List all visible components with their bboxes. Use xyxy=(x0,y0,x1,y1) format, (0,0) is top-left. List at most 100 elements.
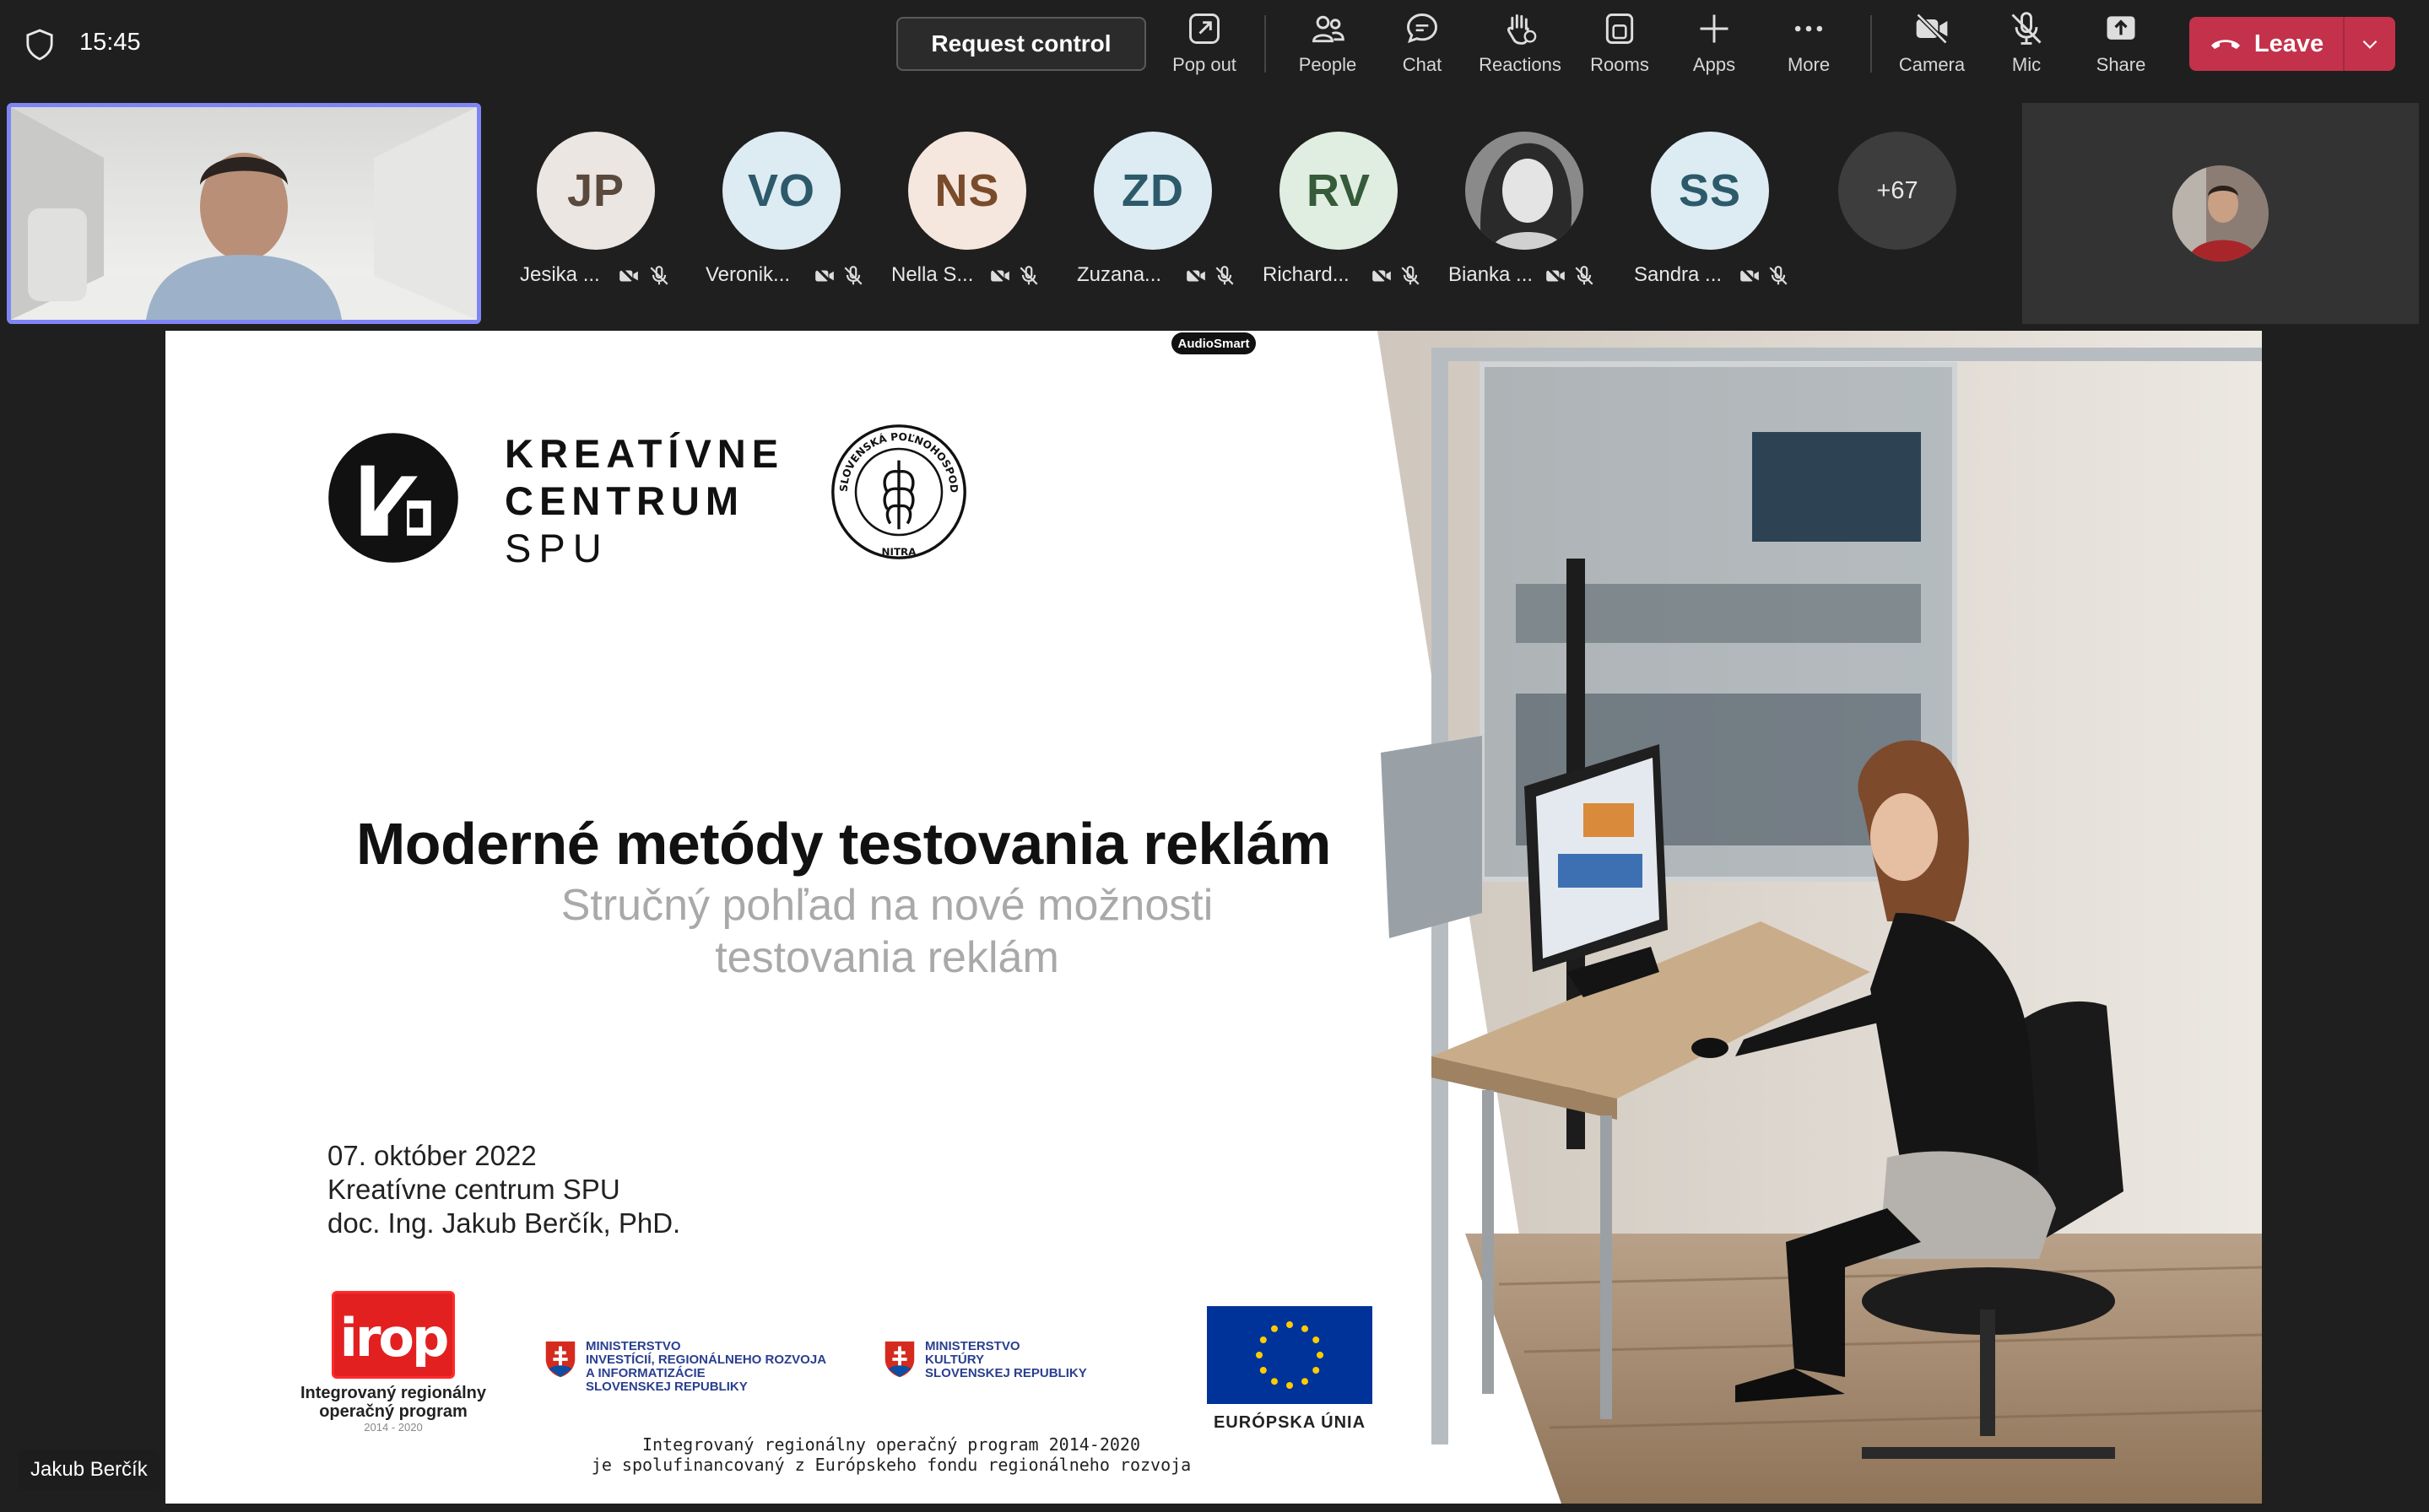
camera-off-icon xyxy=(619,267,638,285)
rooms-icon xyxy=(1605,14,1634,44)
spotlight-participant-tile[interactable] xyxy=(2022,103,2419,324)
event-venue: Kreatívne centrum SPU xyxy=(327,1174,620,1205)
pop-out-label: Pop out xyxy=(1172,54,1236,75)
participant-avatar: NS xyxy=(908,132,1026,250)
presenter-video-tile[interactable] xyxy=(7,103,481,324)
eu-star xyxy=(1286,1321,1293,1328)
eu-star xyxy=(1271,1378,1278,1385)
participant-tile[interactable]: RV Richard... xyxy=(1249,127,1426,295)
share-button[interactable]: Share xyxy=(2075,10,2167,81)
irop-logo: irop Integrovaný regionálny operačný pro… xyxy=(292,1291,495,1434)
participant-avatar: SS xyxy=(1651,132,1769,250)
hang-up-icon xyxy=(2210,40,2240,49)
participant-name: Bianka ... xyxy=(1448,263,1534,286)
more-participants-button[interactable]: +67 xyxy=(1838,132,1956,250)
toolbar-divider xyxy=(1264,15,1266,73)
reactions-button[interactable]: Reactions xyxy=(1474,10,1566,81)
participant-photo-avatar xyxy=(1465,132,1583,250)
ministry-line: INVESTÍCIÍ, REGIONÁLNEHO ROZVOJA xyxy=(586,1353,827,1367)
more-button[interactable]: More xyxy=(1762,10,1855,81)
rooms-label: Rooms xyxy=(1590,54,1649,75)
participant-avatar: RV xyxy=(1279,132,1398,250)
participant-tile[interactable]: Bianka ... xyxy=(1435,127,1612,295)
camera-off-icon xyxy=(991,267,1009,285)
participant-avatar: ZD xyxy=(1094,132,1212,250)
slide-event-details: 07. október 2022 Kreatívne centrum SPU d… xyxy=(327,1139,680,1240)
toolbar-divider xyxy=(1870,15,1872,73)
leave-options-dropdown[interactable] xyxy=(2345,33,2395,55)
audiosmart-badge: AudioSmart xyxy=(1171,332,1256,354)
participant-photo xyxy=(2172,165,2269,262)
participant-tile[interactable]: VO Veronik... xyxy=(692,127,869,295)
ministry-line: SLOVENSKEJ REPUBLIKY xyxy=(586,1380,748,1394)
request-control-button[interactable]: Request control xyxy=(896,17,1146,71)
participant-photo-avatar xyxy=(2172,165,2269,262)
leave-button[interactable]: Leave xyxy=(2189,17,2343,71)
camera-button[interactable]: Camera xyxy=(1885,10,1978,81)
chat-button[interactable]: Chat xyxy=(1376,10,1469,81)
mic-off-icon xyxy=(2011,12,2042,45)
kreativne-centrum-logo xyxy=(328,433,458,563)
presenter-video xyxy=(11,107,477,320)
participant-tile[interactable]: JP Jesika ... xyxy=(506,127,684,295)
rooms-button[interactable]: Rooms xyxy=(1573,10,1666,81)
eu-star xyxy=(1286,1382,1293,1389)
funding-line: Integrovaný regionálny operačný program … xyxy=(641,1434,1140,1455)
mic-button[interactable]: Mic xyxy=(1980,10,2073,81)
irop-logo-text: irop xyxy=(339,1307,450,1369)
raise-hand-icon xyxy=(1507,14,1537,45)
chat-label: Chat xyxy=(1402,54,1442,75)
people-icon xyxy=(1312,15,1344,43)
irop-logo-mark: irop xyxy=(332,1291,455,1379)
people-button[interactable]: People xyxy=(1281,10,1374,81)
shield-icon xyxy=(26,29,53,61)
event-author: doc. Ing. Jakub Berčík, PhD. xyxy=(327,1207,681,1239)
camera-off-icon xyxy=(1740,267,1759,285)
mic-off-icon xyxy=(1575,266,1593,285)
camera-off-icon xyxy=(1916,13,1948,45)
participant-photo xyxy=(1465,132,1583,250)
camera-off-icon xyxy=(815,267,834,285)
participant-name: Veronik... xyxy=(706,263,791,286)
meeting-toolbar: 15:45 Request control Pop out People Cha… xyxy=(0,0,2429,91)
ministry-culture-logo: MINISTERSTVO KULTÚRY SLOVENSKEJ REPUBLIK… xyxy=(883,1340,1087,1407)
eu-logo: EURÓPSKA ÚNIA xyxy=(1205,1306,1374,1433)
eu-star xyxy=(1312,1336,1320,1343)
seal-city: NITRA xyxy=(882,546,917,558)
shared-presentation-slide[interactable]: AudioSmart KREATÍVNE CENTRUM SPU SLOVENS… xyxy=(165,331,2262,1504)
participant-avatar: JP xyxy=(537,132,655,250)
participant-name: Sandra ... xyxy=(1634,263,1723,286)
chat-icon xyxy=(1407,14,1437,44)
leave-label: Leave xyxy=(2253,30,2324,57)
participant-name: Nella S... xyxy=(891,263,974,286)
meeting-timer: 15:45 xyxy=(79,29,141,56)
participant-tile[interactable]: NS Nella S... xyxy=(878,127,1055,295)
participant-name: Richard... xyxy=(1263,263,1350,286)
eu-label: EURÓPSKA ÚNIA xyxy=(1213,1413,1366,1432)
logo-line: SPU xyxy=(505,526,609,570)
ministry-line: MINISTERSTVO xyxy=(925,1339,1020,1353)
apps-button[interactable]: Apps xyxy=(1668,10,1761,81)
kreativne-centrum-wordmark: KREATÍVNE CENTRUM SPU xyxy=(505,430,784,572)
participant-tile[interactable]: SS Sandra ... xyxy=(1620,127,1798,295)
apps-label: Apps xyxy=(1692,54,1736,75)
leave-button-group: Leave xyxy=(2189,17,2395,71)
share-label: Share xyxy=(2096,54,2146,75)
funding-line: je spolufinancovaný z Európskeho fondu r… xyxy=(591,1455,1192,1475)
mic-off-icon xyxy=(1020,266,1038,285)
pop-out-button[interactable]: Pop out xyxy=(1158,10,1251,81)
camera-label: Camera xyxy=(1898,54,1966,75)
mic-off-icon xyxy=(1769,266,1788,285)
presenter-name-label: Jakub Berčík xyxy=(19,1450,160,1490)
participant-tile[interactable]: ZD Zuzana... xyxy=(1063,127,1241,295)
more-dots-icon xyxy=(1794,25,1823,32)
mic-off-icon xyxy=(844,266,863,285)
eu-star xyxy=(1259,1367,1267,1374)
eu-star xyxy=(1259,1336,1267,1343)
ministry-line: MINISTERSTVO xyxy=(586,1339,681,1353)
mic-off-icon xyxy=(650,266,668,285)
event-date: 07. október 2022 xyxy=(327,1140,537,1171)
participant-avatar: VO xyxy=(722,132,841,250)
eu-star xyxy=(1256,1352,1263,1358)
chevron-down-icon xyxy=(2362,40,2378,49)
